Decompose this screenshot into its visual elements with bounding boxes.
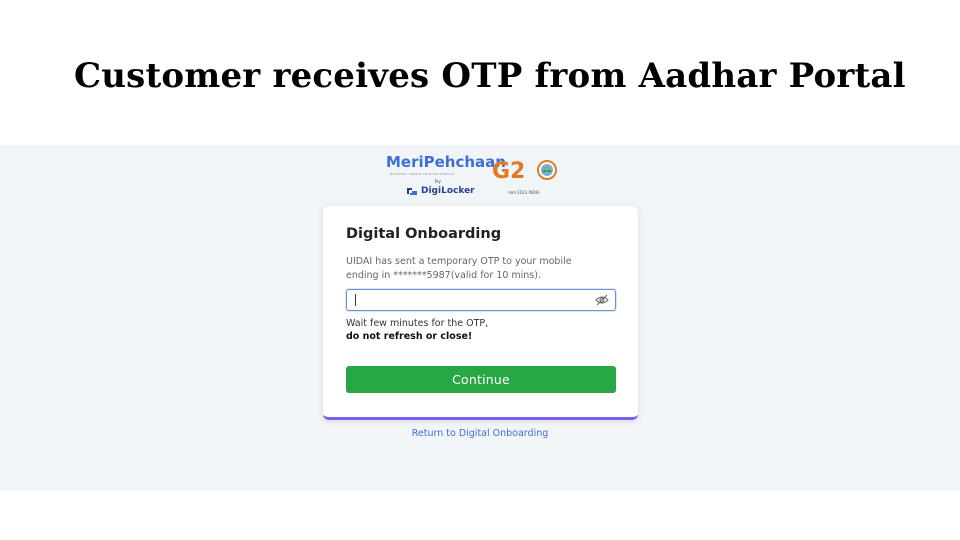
brand-header: MeriPehchaan NATIONAL SINGLE SIGN-ON SER… <box>386 153 566 201</box>
digilocker-logo: DigiLocker <box>406 185 475 197</box>
card-title: Digital Onboarding <box>346 226 502 242</box>
g20-tagline: भारत 2023 INDIA <box>508 190 540 195</box>
digilocker-icon <box>407 188 417 195</box>
text-caret <box>355 294 356 306</box>
eye-slash-icon[interactable] <box>595 294 609 306</box>
g20-text: G2 <box>492 159 526 184</box>
return-to-onboarding-link[interactable]: Return to Digital Onboarding <box>0 428 960 439</box>
wait-message: Wait few minutes for the OTP, <box>346 318 489 329</box>
portal-screenshot: MeriPehchaan NATIONAL SINGLE SIGN-ON SER… <box>0 145 960 491</box>
onboarding-card: Digital Onboarding UIDAI has sent a temp… <box>323 206 638 420</box>
otp-field[interactable] <box>346 289 616 311</box>
slide-title: Customer receives OTP from Aadhar Portal <box>74 56 906 96</box>
globe-lotus-icon <box>537 160 557 180</box>
meripehchaan-tagline: NATIONAL SINGLE SIGN-ON SERVICE <box>390 172 454 176</box>
continue-button[interactable]: Continue <box>346 366 616 393</box>
meripehchaan-logo: MeriPehchaan <box>386 153 506 171</box>
digilocker-label: DigiLocker <box>421 186 475 196</box>
g20-logo: G2 <box>492 159 525 184</box>
otp-sent-message: UIDAI has sent a temporary OTP to your m… <box>346 256 572 281</box>
otp-input[interactable] <box>353 292 583 308</box>
do-not-refresh-warning: do not refresh or close! <box>346 331 473 342</box>
